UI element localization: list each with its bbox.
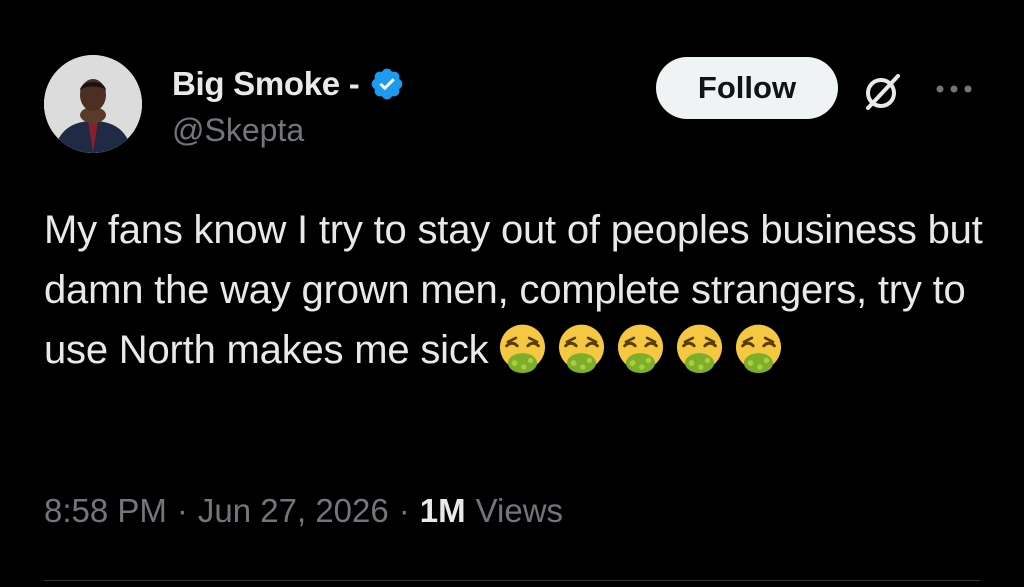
display-name[interactable]: Big Smoke -	[172, 65, 360, 103]
meta-separator: ·	[398, 492, 410, 529]
more-options-icon[interactable]	[930, 74, 978, 104]
tweet-date[interactable]: Jun 27, 2026	[198, 492, 389, 530]
tweet-text: My fans know I try to stay out of people…	[44, 200, 984, 380]
meta-separator: ·	[176, 492, 188, 529]
views-label: Views	[475, 492, 564, 529]
follow-button[interactable]: Follow	[656, 57, 838, 119]
divider	[44, 580, 980, 581]
emoji-row	[496, 322, 785, 375]
grok-icon[interactable]	[860, 68, 906, 114]
author-name-row[interactable]: Big Smoke -	[172, 62, 405, 106]
tweet-meta: 8:58 PM · Jun 27, 2026 · 1M Views	[44, 492, 563, 530]
tweet-time[interactable]: 8:58 PM	[44, 492, 167, 530]
nauseated-face-icon	[496, 322, 549, 375]
nauseated-face-icon	[673, 322, 726, 375]
nauseated-face-icon	[732, 322, 785, 375]
nauseated-face-icon	[614, 322, 667, 375]
author-handle[interactable]: @Skepta	[172, 112, 304, 149]
nauseated-face-icon	[555, 322, 608, 375]
avatar[interactable]	[44, 55, 142, 153]
views-count: 1M	[419, 492, 466, 529]
tweet-card: Big Smoke - @Skepta Follow My fans know …	[0, 0, 1024, 587]
verified-badge-icon	[369, 66, 405, 102]
